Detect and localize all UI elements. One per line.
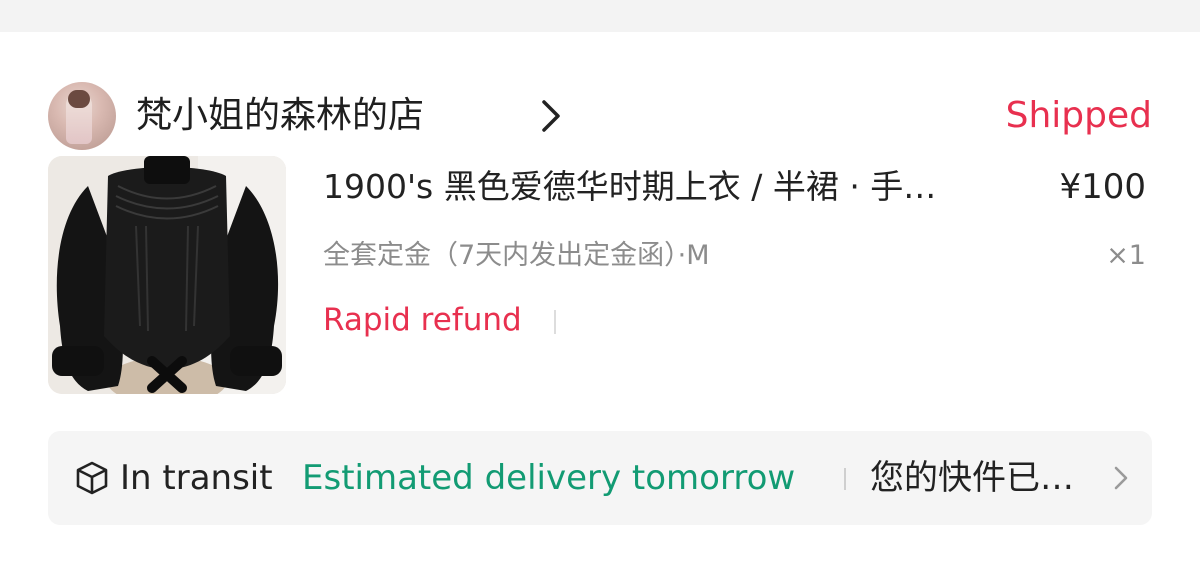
chevron-right-icon[interactable] xyxy=(1106,462,1136,494)
logistics-bar[interactable]: In transit Estimated delivery tomorrow 您… xyxy=(48,431,1152,525)
product-thumbnail[interactable] xyxy=(48,156,286,394)
transit-status: In transit xyxy=(120,458,273,498)
logistics-message: 您的快件已… xyxy=(870,458,1074,498)
package-box-icon xyxy=(76,461,108,495)
rapid-refund-badge: Rapid refund xyxy=(323,302,522,338)
chevron-right-icon[interactable] xyxy=(530,94,574,138)
shop-name[interactable]: 梵小姐的森林的店 xyxy=(136,92,424,140)
product-variant: 全套定金（7天内发出定金函）·M xyxy=(323,240,710,271)
shop-avatar[interactable] xyxy=(48,82,116,150)
product-quantity: ×1 xyxy=(1106,240,1146,271)
shop-header[interactable]: 梵小姐的森林的店 Shipped xyxy=(48,82,1152,150)
top-separator-band xyxy=(0,0,1200,32)
divider xyxy=(844,468,846,490)
product-title[interactable]: 1900's 黑色爱德华时期上衣 / 半裙 · 手… xyxy=(323,164,1043,210)
order-status: Shipped xyxy=(1005,95,1152,136)
product-price: ¥100 xyxy=(1059,167,1146,207)
divider xyxy=(554,310,556,334)
estimated-delivery: Estimated delivery tomorrow xyxy=(302,458,796,498)
